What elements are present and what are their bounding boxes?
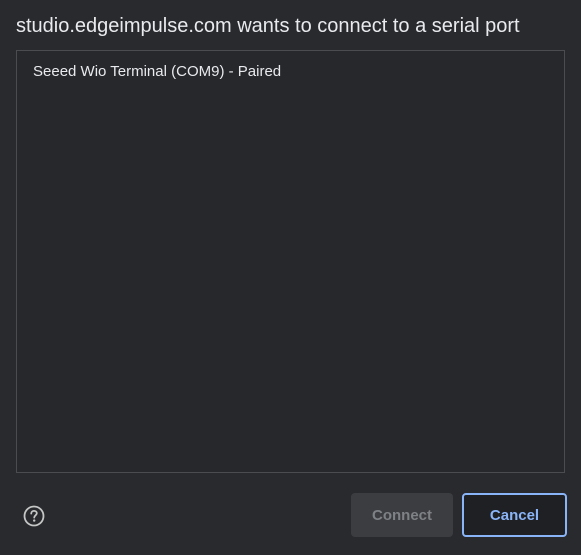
help-icon[interactable] xyxy=(23,505,45,527)
dialog-title: studio.edgeimpulse.com wants to connect … xyxy=(16,15,520,37)
device-list[interactable]: Seeed Wio Terminal (COM9) - Paired xyxy=(16,50,565,473)
cancel-button[interactable]: Cancel xyxy=(462,493,567,537)
serial-port-dialog: studio.edgeimpulse.com wants to connect … xyxy=(0,0,581,555)
device-list-item[interactable]: Seeed Wio Terminal (COM9) - Paired xyxy=(17,51,564,93)
connect-button[interactable]: Connect xyxy=(351,493,453,537)
